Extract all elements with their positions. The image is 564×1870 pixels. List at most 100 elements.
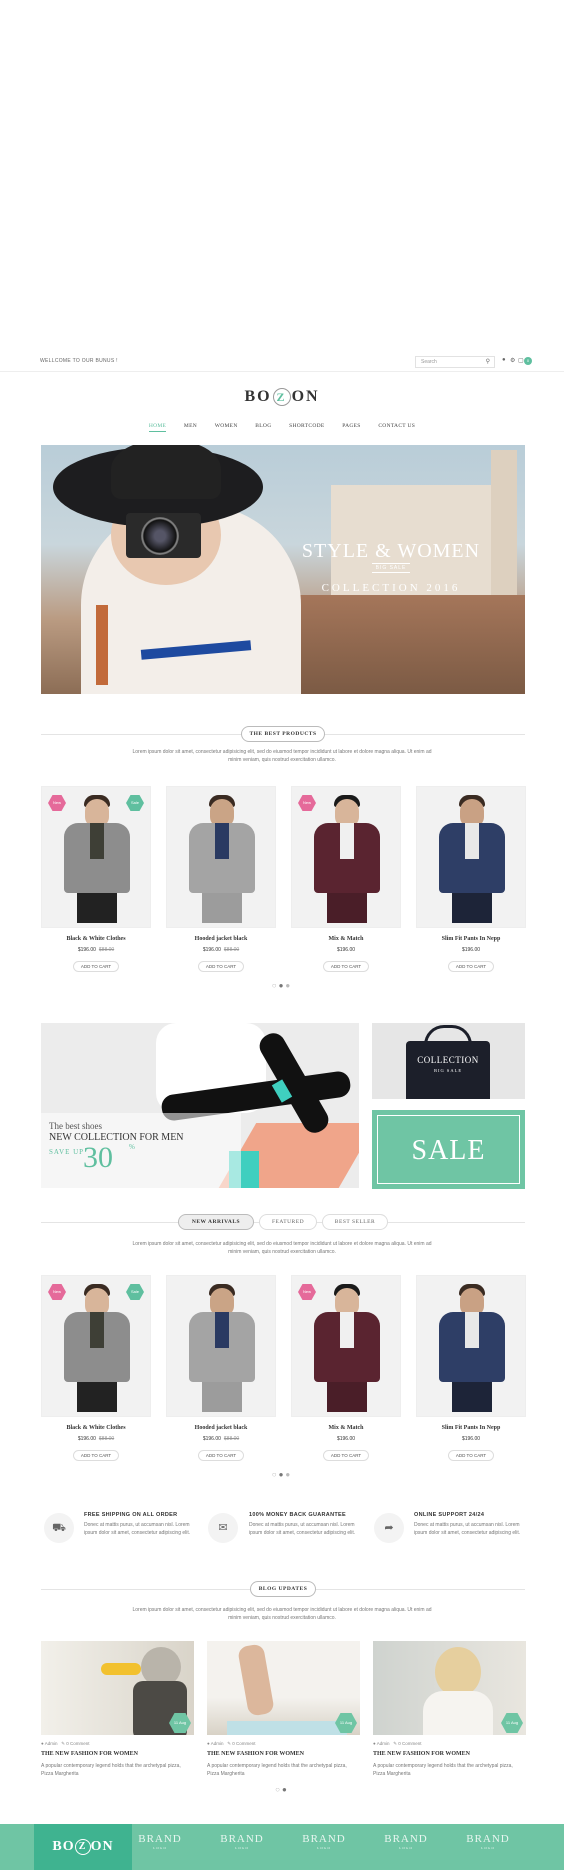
product-image[interactable]: [416, 1275, 526, 1417]
blog-description: Lorem ipsum dolor sit amet, consectetur …: [132, 1607, 432, 1621]
best-products-description: Lorem ipsum dolor sit amet, consectetur …: [132, 749, 432, 763]
feature-text: Donec at mattis purus, ut accumsan nisl.…: [84, 1522, 191, 1536]
feature-text: Donec at mattis purus, ut accumsan nisl.…: [249, 1522, 356, 1536]
blog-post-image[interactable]: 11 Aug: [207, 1641, 360, 1735]
nav-item-home[interactable]: HOME: [148, 423, 167, 432]
chat-icon: ✉: [208, 1513, 238, 1543]
brand-logo[interactable]: BRAND LOGO: [376, 1833, 436, 1850]
hero-camera-lens: [141, 517, 179, 555]
product-image[interactable]: New Sale: [41, 786, 151, 928]
search-input[interactable]: Search ⚲: [415, 356, 495, 368]
nav-item-women[interactable]: WOMEN: [215, 423, 238, 429]
cart-icon[interactable]: ▢: [518, 357, 524, 364]
user-icon[interactable]: ●: [502, 357, 506, 363]
product-image[interactable]: [166, 786, 276, 928]
hero-camera-strap: [96, 605, 108, 685]
shoes-promo-banner[interactable]: The best shoes NEW COLLECTION FOR MEN SA…: [41, 1023, 359, 1188]
nav-item-shortcode[interactable]: SHORTCODE: [289, 423, 324, 429]
product-image[interactable]: [416, 786, 526, 928]
add-to-cart-button[interactable]: ADD TO CART: [73, 961, 119, 972]
tabs-description: Lorem ipsum dolor sit amet, consectetur …: [132, 1241, 432, 1255]
product-name[interactable]: Black & White Clothes: [41, 1425, 151, 1431]
new-badge: New: [48, 1284, 66, 1300]
product-price: $196.00 $88.00: [202, 1436, 240, 1442]
add-to-cart-button[interactable]: ADD TO CART: [198, 1450, 244, 1461]
product-price: $196.00: [461, 947, 481, 953]
bag-promo-banner[interactable]: COLLECTION BIG SALE: [372, 1023, 525, 1099]
brand-logo[interactable]: BRAND LOGO: [294, 1833, 354, 1850]
carousel-dots[interactable]: ○●: [0, 1785, 564, 1794]
feature-title: ONLINE SUPPORT 24/24: [414, 1512, 485, 1518]
carousel-dots[interactable]: ○●●: [0, 981, 564, 990]
logo-text-right: ON: [291, 388, 320, 405]
add-to-cart-button[interactable]: ADD TO CART: [73, 1450, 119, 1461]
tab-new-arrivals[interactable]: NEW ARRIVALS: [178, 1214, 254, 1230]
bag-promo-sub: BIG SALE: [433, 1068, 463, 1073]
nav-item-contact[interactable]: CONTACT US: [378, 423, 415, 429]
nav-item-pages[interactable]: PAGES: [342, 423, 360, 429]
brand-logo[interactable]: BRAND LOGO: [212, 1833, 272, 1850]
hero-collection: COLLECTION 2016: [321, 582, 461, 594]
feature-text: Donec at mattis purus, ut accumsan nisl.…: [414, 1522, 521, 1536]
cart-count-badge: 0: [524, 357, 532, 365]
sale-promo-banner[interactable]: SALE: [372, 1110, 525, 1189]
blog-post-title[interactable]: THE NEW FASHION FOR WOMEN: [207, 1751, 304, 1757]
feature-title: FREE SHIPPING ON ALL ORDER: [84, 1512, 178, 1518]
product-image[interactable]: New Sale: [41, 1275, 151, 1417]
brand-logo[interactable]: BRAND LOGO: [458, 1833, 518, 1850]
blog-post-image[interactable]: 11 Aug: [373, 1641, 526, 1735]
product-name[interactable]: Slim Fit Pants In Nepp: [416, 1425, 526, 1431]
product-image[interactable]: New: [291, 786, 401, 928]
add-to-cart-button[interactable]: ADD TO CART: [448, 961, 494, 972]
hero-banner[interactable]: STYLE & WOMEN BIG SALE COLLECTION 2016: [41, 445, 525, 694]
brand-logo[interactable]: BRAND LOGO: [130, 1833, 190, 1850]
add-to-cart-button[interactable]: ADD TO CART: [198, 961, 244, 972]
brand-bar: BO Z ON BRAND LOGO BRAND LOGO BRAND LOGO BRAN…: [0, 1824, 564, 1870]
add-to-cart-button[interactable]: ADD TO CART: [323, 961, 369, 972]
carousel-dots[interactable]: ○●●: [0, 1470, 564, 1479]
product-price: $196.00: [336, 1436, 356, 1442]
product-name[interactable]: Mix & Match: [291, 936, 401, 942]
product-name[interactable]: Mix & Match: [291, 1425, 401, 1431]
blog-post-meta: ● Admin ✎ 0 Comment: [207, 1741, 256, 1746]
settings-icon[interactable]: ⚙: [510, 357, 515, 364]
blog-post-meta: ● Admin ✎ 0 Comment: [41, 1741, 90, 1746]
search-placeholder: Search: [421, 359, 437, 365]
new-badge: New: [48, 795, 66, 811]
product-price: $196.00 $88.00: [77, 1436, 115, 1442]
hero-hat-crown: [111, 445, 221, 499]
nav-item-blog[interactable]: BLOG: [255, 423, 271, 429]
best-products-heading: THE BEST PRODUCTS: [241, 726, 325, 742]
product-name[interactable]: Black & White Clothes: [41, 936, 151, 942]
promo-shoes-percent-sign: %: [129, 1143, 135, 1151]
blog-post-text: A popular contemporary legend holds that…: [373, 1763, 513, 1777]
blog-post-meta: ● Admin ✎ 0 Comment: [373, 1741, 422, 1746]
sale-badge: Sale: [126, 1284, 144, 1300]
top-bar: WELLCOME TO OUR BUNUS ! Search ⚲ ● ⚙ ▢: [0, 352, 564, 372]
promo-shoes-save: SAVE UP: [49, 1148, 85, 1156]
tab-best-seller[interactable]: BEST SELLER: [322, 1214, 388, 1230]
logo-mark: Z: [272, 388, 291, 407]
blog-post-title[interactable]: THE NEW FASHION FOR WOMEN: [373, 1751, 470, 1757]
nav-item-men[interactable]: MEN: [184, 423, 197, 429]
blog-post-image[interactable]: 11 Aug: [41, 1641, 194, 1735]
site-logo[interactable]: BO Z ON: [0, 388, 564, 407]
truck-icon: ⛟: [44, 1513, 74, 1543]
product-image[interactable]: [166, 1275, 276, 1417]
blog-heading: BLOG UPDATES: [250, 1581, 316, 1597]
product-name[interactable]: Hooded jacket black: [166, 1425, 276, 1431]
share-icon: ➦: [374, 1513, 404, 1543]
hero-subtitle: BIG SALE: [271, 563, 511, 573]
product-price: $196.00 $88.00: [77, 947, 115, 953]
add-to-cart-button[interactable]: ADD TO CART: [448, 1450, 494, 1461]
feature-title: 100% MONEY BACK GUARANTEE: [249, 1512, 346, 1518]
footer-logo[interactable]: BO Z ON: [34, 1824, 132, 1870]
product-name[interactable]: Slim Fit Pants In Nepp: [416, 936, 526, 942]
tab-featured[interactable]: FEATURED: [259, 1214, 317, 1230]
product-name[interactable]: Hooded jacket black: [166, 936, 276, 942]
product-image[interactable]: New: [291, 1275, 401, 1417]
sale-text: SALE: [411, 1135, 486, 1166]
blog-post-title[interactable]: THE NEW FASHION FOR WOMEN: [41, 1751, 138, 1757]
search-icon[interactable]: ⚲: [486, 358, 490, 365]
add-to-cart-button[interactable]: ADD TO CART: [323, 1450, 369, 1461]
